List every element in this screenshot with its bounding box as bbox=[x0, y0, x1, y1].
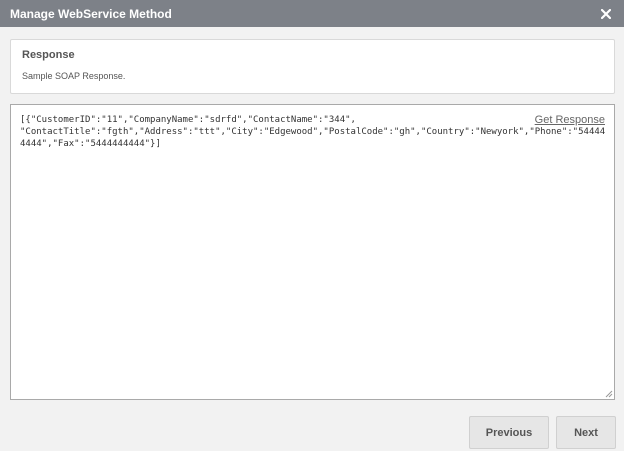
response-info-panel: Response Sample SOAP Response. bbox=[10, 39, 615, 94]
previous-button[interactable]: Previous bbox=[469, 416, 549, 449]
dialog-title: Manage WebService Method bbox=[10, 6, 172, 21]
response-json-text[interactable]: [{"CustomerID":"11","CompanyName":"sdrfd… bbox=[20, 114, 606, 150]
close-icon-glyph bbox=[601, 8, 611, 19]
dialog-titlebar: Manage WebService Method bbox=[0, 0, 624, 27]
manage-webservice-dialog: Manage WebService Method Response Sample… bbox=[0, 0, 624, 451]
next-button[interactable]: Next bbox=[556, 416, 616, 449]
resize-grip-icon[interactable] bbox=[604, 389, 613, 398]
response-description: Sample SOAP Response. bbox=[22, 71, 126, 81]
response-heading: Response bbox=[22, 49, 75, 61]
response-textarea[interactable]: [{"CustomerID":"11","CompanyName":"sdrfd… bbox=[10, 104, 615, 400]
close-icon[interactable] bbox=[598, 6, 614, 22]
get-response-link[interactable]: Get Response bbox=[530, 114, 605, 126]
